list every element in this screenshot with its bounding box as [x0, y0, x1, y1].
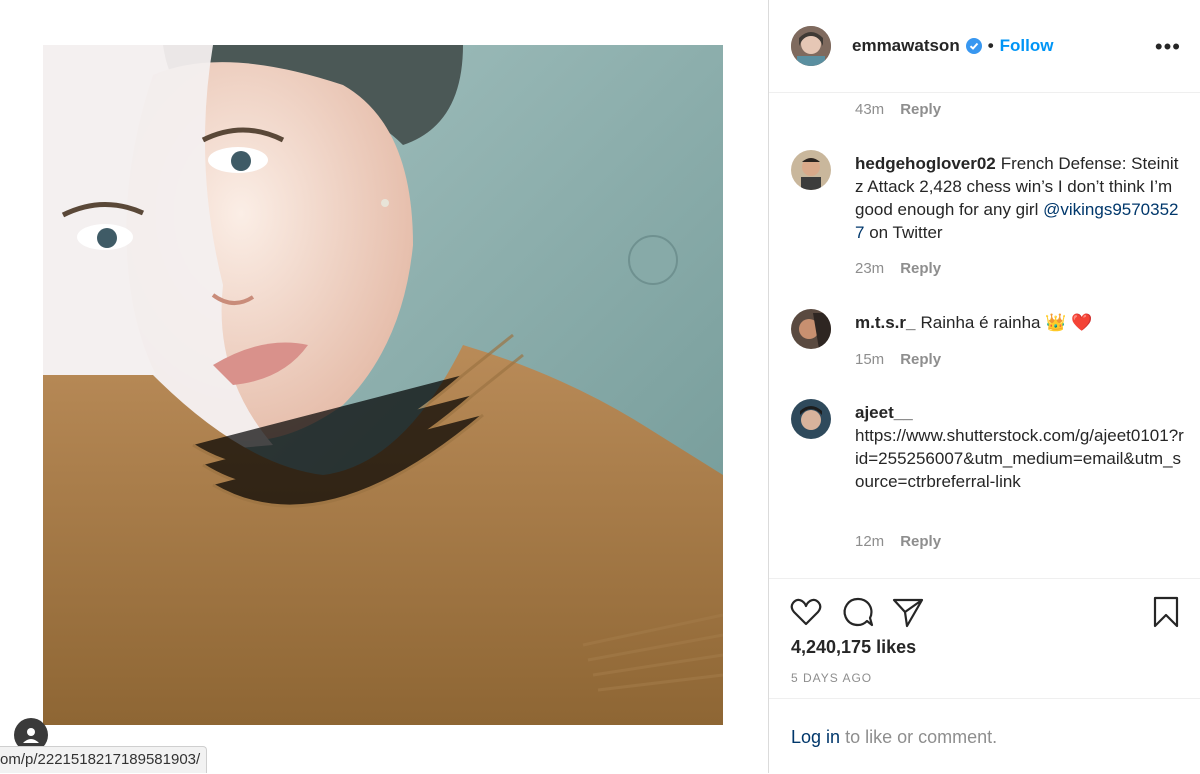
post-header: emmawatson • Follow •••: [769, 0, 1200, 93]
photo-area: om/p/2221518217189581903/: [0, 0, 768, 773]
comment-time[interactable]: 15m: [855, 351, 884, 368]
post-photo[interactable]: [43, 45, 723, 725]
login-prompt-rest: to like or comment.: [845, 727, 998, 747]
post-details-panel: emmawatson • Follow ••• 43m Reply hedgeh…: [768, 0, 1200, 773]
more-options-icon[interactable]: •••: [1155, 34, 1181, 60]
follow-button[interactable]: Follow: [1000, 36, 1054, 56]
commenter-avatar[interactable]: [791, 309, 831, 349]
comments-list: 43m Reply hedgehoglover02 French Defense: …: [769, 93, 1200, 578]
comment-text: hedgehoglover02 French Defense: Steinitz …: [855, 152, 1185, 244]
heart-icon[interactable]: [789, 595, 823, 629]
reply-button[interactable]: Reply: [900, 260, 941, 277]
commenter-avatar-image: [791, 309, 831, 349]
comment-icon[interactable]: [841, 595, 875, 629]
comment-meta: 43m Reply: [855, 101, 941, 118]
login-link[interactable]: Log in: [791, 727, 840, 747]
likes-count[interactable]: 4,240,175 likes: [791, 637, 916, 658]
author-avatar[interactable]: [791, 26, 831, 66]
bookmark-icon[interactable]: [1149, 595, 1183, 629]
comment-username[interactable]: m.t.s.r_: [855, 313, 915, 332]
person-silhouette-icon: [23, 728, 39, 743]
comment-text: m.t.s.r_ Rainha é rainha 👑 ❤️: [855, 311, 1185, 334]
reply-button[interactable]: Reply: [900, 351, 941, 368]
comment-meta: 15m Reply: [855, 351, 941, 368]
comment-username[interactable]: ajeet__: [855, 403, 913, 422]
comment-meta: 23m Reply: [855, 260, 941, 277]
commenter-avatar-image: [791, 150, 831, 190]
comment-body: Rainha é rainha: [920, 313, 1041, 332]
status-bar-url: om/p/2221518217189581903/: [0, 746, 208, 773]
commenter-avatar[interactable]: [791, 399, 831, 439]
separator-dot: •: [987, 36, 994, 55]
author-line: emmawatson • Follow: [852, 36, 1053, 56]
comment-username[interactable]: hedgehoglover02: [855, 154, 996, 173]
reply-button[interactable]: Reply: [900, 533, 941, 550]
comment-emoji: 👑 ❤️: [1045, 313, 1093, 332]
comment-body-tail: on Twitter: [869, 223, 943, 242]
author-avatar-image: [791, 26, 831, 66]
verified-badge-icon: [965, 38, 982, 54]
share-icon[interactable]: [891, 595, 925, 629]
commenter-avatar-image: [791, 399, 831, 439]
commenter-avatar[interactable]: [791, 150, 831, 190]
post-timestamp[interactable]: 5 DAYS AGO: [791, 671, 872, 685]
reply-button[interactable]: Reply: [900, 101, 941, 118]
comment-url-link[interactable]: https://www.shutterstock.com/g/ajeet0101…: [855, 426, 1184, 491]
post-actions: 4,240,175 likes 5 DAYS AGO: [769, 578, 1200, 699]
login-prompt: Log in to like or comment.: [769, 698, 1200, 774]
comment-time[interactable]: 43m: [855, 101, 884, 118]
comment-time[interactable]: 12m: [855, 533, 884, 550]
login-prompt-text: Log in to like or comment.: [791, 727, 997, 748]
comment-meta: 12m Reply: [855, 533, 941, 550]
comment-time[interactable]: 23m: [855, 260, 884, 277]
author-username[interactable]: emmawatson: [852, 36, 960, 56]
post-photo-image: [43, 45, 723, 725]
comment-text: ajeet__ https://www.shutterstock.com/g/a…: [855, 401, 1185, 493]
